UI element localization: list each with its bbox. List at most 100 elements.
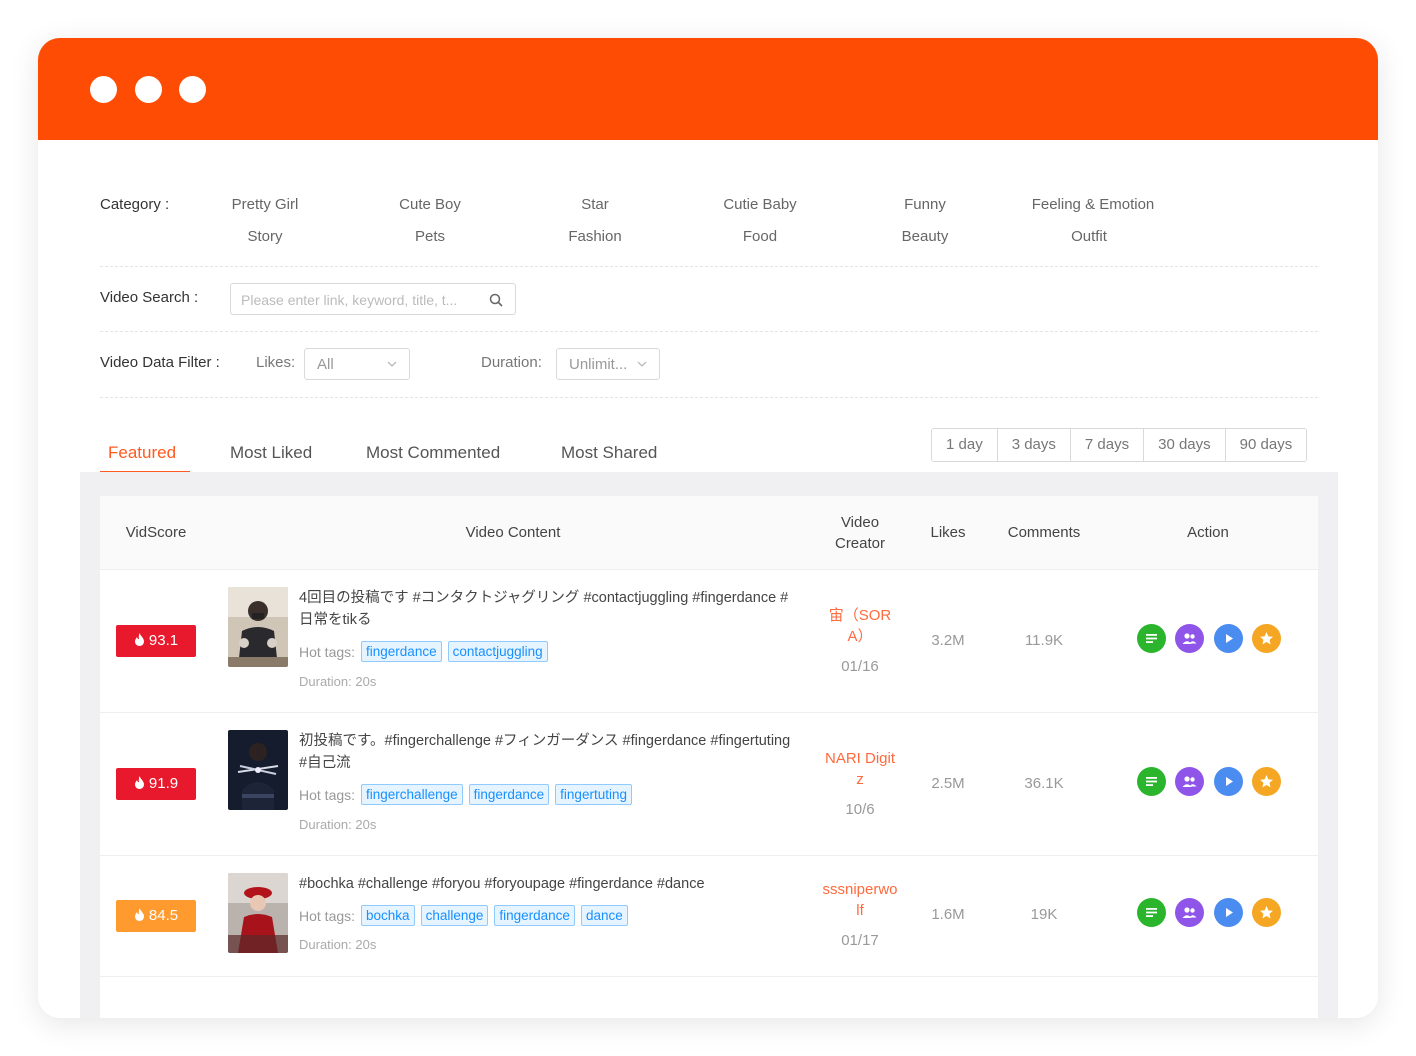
video-title[interactable]: #bochka #challenge #foryou #foryoupage #… — [299, 873, 799, 895]
header-creator-line2: Creator — [834, 535, 886, 552]
time-range-group: 1 day 3 days 7 days 30 days 90 days — [931, 428, 1308, 462]
play-action-button[interactable] — [1214, 898, 1243, 927]
post-date: 01/17 — [841, 932, 879, 949]
likes-select[interactable]: All — [304, 348, 410, 380]
favorite-action-button[interactable] — [1252, 767, 1281, 796]
hashtag-chip[interactable]: contactjuggling — [447, 641, 548, 662]
tab-most-commented[interactable]: Most Commented — [366, 443, 500, 463]
category-star[interactable]: Star — [530, 196, 660, 213]
chevron-down-icon — [637, 361, 647, 367]
table-row[interactable]: 84.5 #bochka #challenge #foryou #foryoup… — [100, 857, 1318, 977]
hashtag-chip[interactable]: fingerdance — [494, 905, 575, 926]
category-feeling-emotion[interactable]: Feeling & Emotion — [1024, 196, 1162, 213]
table-row[interactable]: 91.9 初投稿です。#fingerchallenge #フィンガーダンス #f… — [100, 714, 1318, 856]
video-thumbnail[interactable] — [228, 587, 288, 667]
likes-count: 1.6M — [931, 906, 965, 923]
comments-count: 36.1K — [1024, 775, 1064, 792]
window-dot-icon[interactable] — [135, 76, 162, 103]
flame-icon — [134, 776, 144, 789]
tab-most-shared[interactable]: Most Shared — [561, 443, 657, 463]
app-window: Category : Pretty Girl Cute Boy Star Cut… — [38, 38, 1378, 1018]
hashtag-chip[interactable]: fingerdance — [468, 784, 550, 805]
vidscore-value: 84.5 — [148, 907, 179, 924]
detail-action-button[interactable] — [1137, 624, 1166, 653]
category-fashion[interactable]: Fashion — [530, 228, 660, 245]
category-food[interactable]: Food — [695, 228, 825, 245]
table-row[interactable]: 93.1 4回目の投稿です #コンタクトジャグリング #contactjuggl… — [100, 571, 1318, 713]
range-7-days-button[interactable]: 7 days — [1070, 429, 1145, 461]
hashtag-chip[interactable]: dance — [580, 905, 628, 926]
hashtag-chip[interactable]: bochka — [361, 905, 415, 926]
vidscore-badge: 91.9 — [116, 768, 196, 800]
flame-icon — [134, 908, 144, 921]
hot-tags-label: Hot tags: — [299, 786, 356, 803]
vidscore-value: 93.1 — [148, 632, 179, 649]
post-date: 01/16 — [841, 658, 879, 675]
range-3-days-button[interactable]: 3 days — [997, 429, 1071, 461]
creator-action-button[interactable] — [1175, 898, 1204, 927]
hashtag-chip[interactable]: challenge — [420, 905, 489, 926]
range-1-day-button[interactable]: 1 day — [932, 429, 998, 461]
vidscore-badge: 93.1 — [116, 625, 196, 657]
duration-select-value: Unlimit... — [569, 356, 628, 373]
video-title[interactable]: 初投稿です。#fingerchallenge #フィンガーダンス #finger… — [299, 730, 799, 774]
header-vidscore: VidScore — [125, 524, 187, 541]
window-dot-icon[interactable] — [90, 76, 117, 103]
creator-name[interactable]: sssniperwolf — [822, 879, 898, 921]
favorite-action-button[interactable] — [1252, 624, 1281, 653]
hot-tags-label: Hot tags: — [299, 907, 356, 924]
header-video-content: Video Content — [465, 524, 561, 541]
window-dot-icon[interactable] — [179, 76, 206, 103]
hashtag-chip[interactable]: fingertuting — [555, 784, 632, 805]
range-90-days-button[interactable]: 90 days — [1225, 429, 1307, 461]
category-label: Category : — [100, 196, 170, 213]
range-30-days-button[interactable]: 30 days — [1144, 429, 1226, 461]
category-outfit[interactable]: Outfit — [1024, 228, 1154, 245]
duration-select[interactable]: Unlimit... — [556, 348, 660, 380]
header-comments: Comments — [1007, 524, 1081, 541]
search-icon[interactable] — [489, 293, 503, 307]
comments-count: 19K — [1030, 906, 1058, 923]
creator-action-button[interactable] — [1175, 624, 1204, 653]
likes-filter-label: Likes: — [256, 354, 296, 371]
hashtag-chip[interactable]: fingerdance — [361, 641, 442, 662]
hot-tags-label: Hot tags: — [299, 643, 356, 660]
category-pets[interactable]: Pets — [365, 228, 495, 245]
creator-name[interactable]: 宙（SORA） — [822, 605, 898, 647]
creator-action-button[interactable] — [1175, 767, 1204, 796]
category-beauty[interactable]: Beauty — [860, 228, 990, 245]
video-thumbnail[interactable] — [228, 873, 288, 953]
favorite-action-button[interactable] — [1252, 898, 1281, 927]
category-story[interactable]: Story — [200, 228, 330, 245]
video-thumbnail[interactable] — [228, 730, 288, 810]
play-action-button[interactable] — [1214, 624, 1243, 653]
header-creator-line1: Video — [840, 514, 880, 531]
play-action-button[interactable] — [1214, 767, 1243, 796]
creator-name[interactable]: NARI Digitz — [822, 748, 898, 790]
category-pretty-girl[interactable]: Pretty Girl — [200, 196, 330, 213]
detail-action-button[interactable] — [1137, 767, 1166, 796]
category-cute-boy[interactable]: Cute Boy — [365, 196, 495, 213]
search-input[interactable] — [241, 290, 481, 310]
video-title[interactable]: 4回目の投稿です #コンタクトジャグリング #contactjuggling #… — [299, 587, 799, 631]
detail-action-button[interactable] — [1137, 898, 1166, 927]
star-icon — [1260, 906, 1273, 919]
category-cutie-baby[interactable]: Cutie Baby — [695, 196, 825, 213]
header-likes: Likes — [930, 524, 966, 541]
list-icon — [1146, 634, 1157, 643]
vidscore-value: 91.9 — [148, 775, 179, 792]
video-search-box[interactable] — [230, 283, 516, 315]
video-data-filter-label: Video Data Filter : — [100, 354, 220, 371]
tab-featured[interactable]: Featured — [108, 443, 176, 463]
likes-select-value: All — [317, 356, 334, 373]
hashtag-chip[interactable]: fingerchallenge — [361, 784, 463, 805]
tab-most-liked[interactable]: Most Liked — [230, 443, 312, 463]
table-header: VidScore Video Content Video Creator Lik… — [100, 496, 1318, 570]
comments-count: 11.9K — [1024, 632, 1064, 649]
category-funny[interactable]: Funny — [860, 196, 990, 213]
hot-tags: Hot tags: fingerdance contactjuggling — [299, 641, 548, 662]
chevron-down-icon — [387, 361, 397, 367]
video-duration: Duration: 20s — [299, 674, 377, 689]
flame-icon — [134, 633, 144, 646]
play-icon — [1226, 634, 1233, 643]
